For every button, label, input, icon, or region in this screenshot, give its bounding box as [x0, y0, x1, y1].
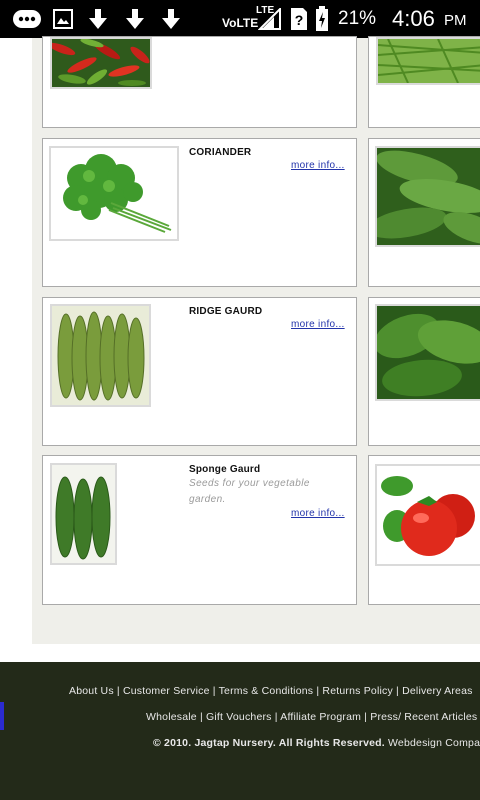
product-card: RIDGE GAURD more info... — [42, 297, 357, 446]
signal-icon — [258, 8, 281, 30]
sim-unknown-icon: ? — [291, 8, 307, 30]
product-card-right — [368, 36, 480, 128]
footer-link-press[interactable]: Press/ Recent Articles — [370, 711, 477, 723]
product-image-cucumber[interactable] — [375, 146, 480, 247]
status-bar: VoLTE LTE ? 21% 4:06 PM — [0, 0, 480, 38]
product-description: Seeds for your vegetable garden. — [189, 478, 310, 505]
product-card: CORIANDER more info... — [42, 138, 357, 287]
product-image-spinach[interactable] — [375, 304, 480, 401]
product-card-right — [368, 297, 480, 446]
volte-label: VoLTE — [222, 16, 259, 30]
footer-link-about[interactable]: About Us — [69, 685, 114, 697]
product-card-right — [368, 138, 480, 287]
footer-links-row-1: About Us | Customer Service | Terms & Co… — [69, 685, 473, 697]
more-info-link[interactable]: more info... — [291, 319, 345, 330]
product-title[interactable]: CORIANDER — [189, 147, 251, 158]
footer-link-webdesign[interactable]: Webdesign Company — [388, 737, 480, 749]
footer-link-terms[interactable]: Terms & Conditions — [219, 685, 314, 697]
product-card-right — [368, 455, 480, 605]
download-icon — [162, 9, 180, 29]
product-image-tomato[interactable] — [375, 464, 480, 566]
image-icon — [53, 9, 73, 29]
footer-link-returns[interactable]: Returns Policy — [322, 685, 393, 697]
download-icon — [126, 9, 144, 29]
more-info-link[interactable]: more info... — [291, 508, 345, 519]
chat-bubble-icon — [13, 10, 41, 28]
product-card — [42, 36, 357, 128]
footer-link-customer-service[interactable]: Customer Service — [123, 685, 210, 697]
footer-link-affiliate[interactable]: Affiliate Program — [280, 711, 361, 723]
product-title[interactable]: Sponge Gaurd — [189, 464, 260, 475]
footer-links-row-2: Wholesale | Gift Vouchers | Affiliate Pr… — [146, 711, 478, 723]
product-image-ridge-gaurd[interactable] — [50, 304, 151, 407]
battery-icon — [316, 6, 328, 31]
svg-text:?: ? — [295, 12, 304, 28]
product-listing: CORIANDER more info... RIDGE GAURD more … — [0, 36, 480, 662]
copyright-text: © 2010. Jagtap Nursery. All Rights Reser… — [153, 737, 385, 749]
footer-link-gift-vouchers[interactable]: Gift Vouchers — [206, 711, 272, 723]
footer-link-delivery[interactable]: Delivery Areas — [402, 685, 473, 697]
battery-percent: 21% — [338, 8, 377, 29]
product-image-peppers[interactable] — [50, 37, 152, 89]
product-card: Sponge Gaurd Seeds for your vegetable ga… — [42, 455, 357, 605]
product-image-coriander[interactable] — [49, 146, 179, 241]
clock-time: 4:06 — [392, 6, 435, 31]
clock-ampm: PM — [444, 12, 467, 29]
download-icon — [89, 9, 107, 29]
site-footer: About Us | Customer Service | Terms & Co… — [0, 662, 480, 800]
product-image-beans[interactable] — [376, 37, 480, 85]
product-title[interactable]: RIDGE GAURD — [189, 306, 262, 317]
footer-link-wholesale[interactable]: Wholesale — [146, 711, 197, 723]
footer-copyright-row: © 2010. Jagtap Nursery. All Rights Reser… — [153, 737, 480, 749]
more-info-link[interactable]: more info... — [291, 160, 345, 171]
product-image-sponge-gaurd[interactable] — [50, 463, 117, 565]
side-tab[interactable] — [0, 702, 4, 730]
